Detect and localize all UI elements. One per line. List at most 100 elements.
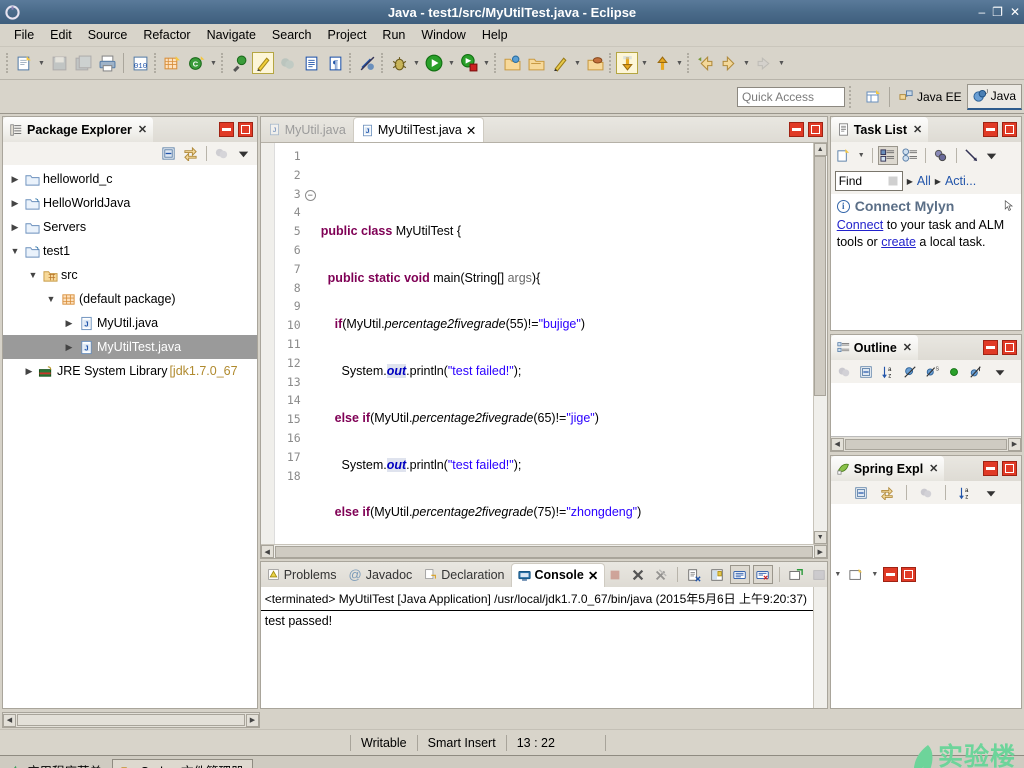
debug-icon[interactable]	[388, 52, 410, 74]
new-java-class-icon[interactable]: C	[185, 52, 207, 74]
new-java-package-icon[interactable]	[161, 52, 183, 74]
perspective-java[interactable]: J Java	[966, 83, 1022, 110]
package-explorer-tree[interactable]: ▶ helloworld_c ▶ HelloWorldJava ▶ Server…	[3, 165, 257, 708]
forward-history-icon[interactable]	[753, 52, 775, 74]
scroll-lock-icon[interactable]	[707, 565, 727, 584]
open-perspective-icon[interactable]	[862, 86, 884, 108]
menu-help[interactable]: Help	[474, 26, 516, 44]
focus-on-workweek-icon[interactable]	[931, 146, 951, 165]
new-java-class-dropdown-icon[interactable]: ▼	[208, 52, 219, 74]
minimize-icon[interactable]	[983, 122, 998, 137]
scroll-right-icon[interactable]: ▶	[813, 545, 827, 558]
tree-item-test1[interactable]: ▼ test1	[3, 239, 257, 263]
scroll-right-icon[interactable]: ▶	[1008, 437, 1021, 451]
link-with-editor-icon[interactable]	[877, 483, 897, 502]
scroll-left-icon[interactable]: ◀	[260, 545, 274, 558]
tree-item-default-package[interactable]: ▼ (default package)	[3, 287, 257, 311]
quick-access-input[interactable]: Quick Access	[736, 86, 845, 107]
fold-collapse-icon[interactable]: −	[304, 189, 316, 201]
minimize-button[interactable]: –	[978, 6, 985, 18]
next-annotation-icon[interactable]	[651, 52, 673, 74]
menu-window[interactable]: Window	[413, 26, 473, 44]
categorized-mode-icon[interactable]	[877, 145, 898, 165]
show-source-quick-view-icon[interactable]	[300, 52, 322, 74]
editor-tab-myutil-java[interactable]: J MyUtil.java	[261, 117, 353, 142]
forward-dropdown-icon[interactable]: ▼	[741, 52, 752, 74]
tree-item-helloworldjava[interactable]: ▶ HelloWorldJava	[3, 191, 257, 215]
console-vertical-scrollbar[interactable]	[812, 587, 827, 708]
show-whitespace-icon[interactable]	[276, 52, 298, 74]
scheduled-mode-icon[interactable]	[900, 146, 920, 165]
new-task-icon[interactable]	[834, 146, 854, 165]
menu-refactor[interactable]: Refactor	[135, 26, 198, 44]
menu-search[interactable]: Search	[264, 26, 320, 44]
show-paragraph-marks-icon[interactable]: ¶	[324, 52, 346, 74]
close-icon[interactable]: ✕	[903, 341, 912, 354]
marker-bar[interactable]	[260, 143, 275, 544]
scroll-left-icon[interactable]: ◀	[3, 713, 16, 727]
forward-history-dropdown-icon[interactable]: ▼	[776, 52, 787, 74]
run-icon[interactable]	[423, 52, 445, 74]
hide-fields-icon[interactable]	[900, 362, 920, 381]
perspective-java-ee[interactable]: Java EE	[894, 85, 967, 109]
editor-tab-myutiltest-java[interactable]: J MyUtilTest.java ✕	[352, 117, 485, 142]
open-console-dropdown-icon[interactable]: ▼	[869, 564, 880, 586]
external-tools-icon[interactable]	[584, 52, 606, 74]
twisty-expanded-icon[interactable]: ▼	[7, 246, 23, 256]
previous-annotation-dropdown-icon[interactable]: ▼	[639, 52, 650, 74]
open-console-icon[interactable]	[846, 565, 866, 584]
remove-all-launches-icon[interactable]	[651, 565, 671, 584]
toggle-breakpoint-icon[interactable]: 010	[129, 52, 151, 74]
view-menu-icon[interactable]	[982, 146, 1002, 165]
new-console-view-icon[interactable]	[786, 565, 806, 584]
source-text[interactable]: public class MyUtilTest { public static …	[317, 143, 813, 544]
code-area[interactable]: 1 2 3 4 5 6 7 8 9 10 11 12 13 14 15 16 1	[260, 142, 827, 544]
scroll-up-icon[interactable]: ▲	[813, 143, 827, 156]
twisty-collapsed-icon[interactable]: ▶	[7, 198, 23, 209]
open-resource-icon[interactable]	[525, 52, 547, 74]
menu-project[interactable]: Project	[320, 26, 375, 44]
task-filter-active[interactable]: Acti...	[945, 174, 976, 188]
folding-ruler[interactable]: −	[304, 143, 317, 544]
synchronize-changed-icon[interactable]	[962, 146, 982, 165]
toggle-mark-occurrences-icon[interactable]	[252, 52, 274, 74]
view-menu-filter-icon[interactable]	[212, 144, 232, 163]
filter-icon[interactable]	[916, 483, 936, 502]
app-menu-button[interactable]: 应用程序菜单	[0, 761, 110, 768]
run-external-dropdown-icon[interactable]: ▼	[481, 52, 492, 74]
tree-item-helloworld_c[interactable]: ▶ helloworld_c	[3, 167, 257, 191]
focus-on-active-task-icon[interactable]	[834, 362, 854, 381]
new-wizard-icon[interactable]	[13, 52, 35, 74]
run-dropdown-icon[interactable]: ▼	[446, 52, 457, 74]
menu-run[interactable]: Run	[374, 26, 413, 44]
tab-problems[interactable]: Problems	[261, 563, 343, 587]
quick-fix-dropdown-icon[interactable]: ▼	[572, 52, 583, 74]
menu-navigate[interactable]: Navigate	[199, 26, 264, 44]
minimize-icon[interactable]	[788, 122, 804, 137]
tab-console[interactable]: Console ✕	[510, 562, 606, 587]
save-icon[interactable]	[48, 52, 70, 74]
display-selected-console-icon[interactable]	[809, 565, 829, 584]
close-icon[interactable]: ✕	[588, 568, 598, 583]
scroll-thumb[interactable]	[814, 156, 827, 396]
maximize-icon[interactable]	[807, 122, 823, 137]
run-external-tools-icon[interactable]	[458, 52, 480, 74]
save-all-icon[interactable]	[72, 52, 94, 74]
tab-package-explorer[interactable]: Package Explorer ✕	[3, 117, 154, 142]
connect-link[interactable]: Connect	[837, 218, 884, 232]
hide-local-types-icon[interactable]	[966, 362, 986, 381]
scroll-down-icon[interactable]: ▼	[813, 531, 827, 544]
previous-annotation-icon[interactable]	[616, 52, 638, 74]
hide-non-public-icon[interactable]	[944, 362, 964, 381]
twisty-expanded-icon[interactable]: ▼	[25, 270, 41, 280]
close-button[interactable]: ✕	[1010, 6, 1020, 18]
twisty-collapsed-icon[interactable]: ▶	[7, 222, 23, 233]
close-icon[interactable]: ✕	[138, 123, 147, 136]
toolbar-grip[interactable]	[6, 53, 10, 73]
collapse-all-icon[interactable]	[851, 483, 871, 502]
create-link[interactable]: create	[881, 235, 916, 249]
maximize-icon[interactable]	[1002, 461, 1017, 476]
forward-icon[interactable]	[718, 52, 740, 74]
twisty-collapsed-icon[interactable]: ▶	[21, 366, 37, 377]
tab-javadoc[interactable]: @ Javadoc	[343, 563, 419, 587]
